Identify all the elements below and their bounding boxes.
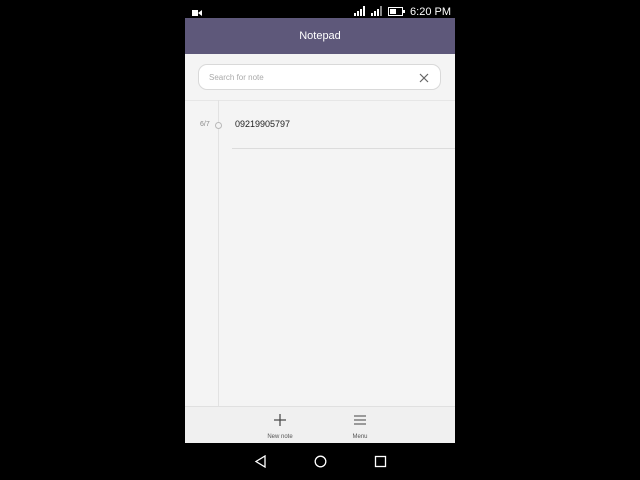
phone-screen: 6:20 PM Notepad 6/7 09219905797 bbox=[185, 0, 455, 480]
recents-icon[interactable] bbox=[374, 455, 387, 473]
new-note-label: New note bbox=[267, 434, 293, 440]
timeline-dot bbox=[215, 122, 222, 129]
search-box[interactable] bbox=[198, 64, 441, 90]
menu-button[interactable]: Menu bbox=[330, 407, 390, 444]
system-nav-bar bbox=[185, 443, 455, 480]
menu-label: Menu bbox=[352, 434, 368, 440]
plus-icon bbox=[274, 413, 286, 426]
app-bar: Notepad bbox=[185, 18, 455, 54]
back-icon[interactable] bbox=[254, 454, 267, 473]
search-input[interactable] bbox=[209, 65, 409, 89]
note-date: 6/7 bbox=[200, 121, 210, 128]
search-area bbox=[185, 54, 455, 101]
status-time: 6:20 PM bbox=[410, 6, 451, 18]
note-title[interactable]: 09219905797 bbox=[235, 119, 290, 129]
notes-content: 6/7 09219905797 bbox=[185, 54, 455, 406]
close-icon[interactable] bbox=[418, 71, 430, 83]
page-title: Notepad bbox=[299, 30, 341, 42]
status-bar: 6:20 PM bbox=[185, 0, 455, 18]
bottom-toolbar: New note Menu bbox=[185, 406, 455, 444]
menu-icon bbox=[354, 413, 366, 425]
note-divider bbox=[232, 148, 455, 149]
home-icon[interactable] bbox=[314, 455, 327, 473]
new-note-button[interactable]: New note bbox=[250, 407, 310, 444]
timeline-line bbox=[218, 100, 219, 406]
